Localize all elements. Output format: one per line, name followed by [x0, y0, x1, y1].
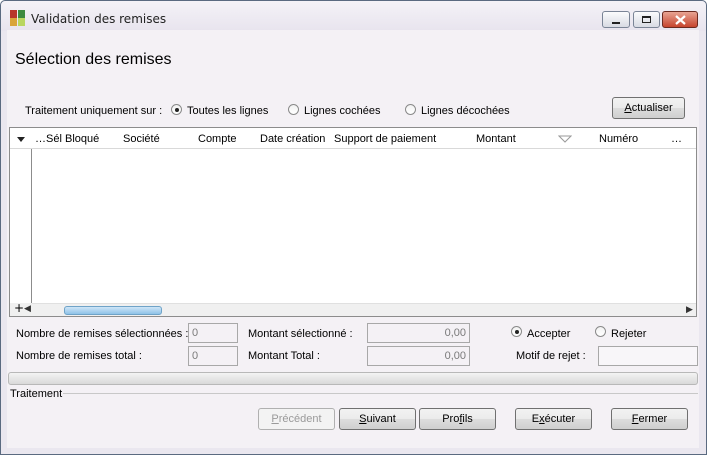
add-row-button[interactable]: + [14, 301, 24, 315]
close-button[interactable] [662, 11, 698, 28]
close-dialog-button-mnemonic: F [631, 413, 639, 425]
radio-unchecked-lines-label[interactable]: Lignes décochées [421, 105, 510, 117]
maximize-icon [642, 16, 651, 23]
scrollbar-thumb[interactable] [64, 306, 162, 315]
selected-amount-field: 0,00 [367, 323, 470, 343]
column-header-montant[interactable]: Montant [476, 133, 516, 145]
grid-header: …Sél Bloqué Société Compte Date création… [10, 128, 696, 149]
previous-button-mnemonic: P [271, 413, 279, 425]
selected-count-field: 0 [188, 323, 238, 343]
reject-reason-label: Motif de rejet : [516, 350, 586, 362]
radio-accept[interactable] [511, 326, 522, 337]
execute-button-label-end: écuter [544, 413, 576, 425]
next-button-label: uivant [366, 413, 396, 425]
column-header-compte[interactable]: Compte [198, 133, 237, 145]
radio-all-lines-label[interactable]: Toutes les lignes [187, 105, 268, 117]
next-button[interactable]: Suivant [339, 408, 416, 430]
column-header-numero[interactable]: Numéro [599, 133, 638, 145]
close-dialog-button-label: ermer [638, 413, 668, 425]
title-bar[interactable]: Validation des remises [1, 1, 706, 31]
column-header-more[interactable]: … [671, 133, 682, 145]
profiles-button-label-start: Pro [442, 413, 460, 425]
column-header-support-paiement[interactable]: Support de paiement [334, 133, 436, 145]
row-selector-column [10, 128, 32, 316]
minimize-icon [612, 22, 620, 24]
execute-button[interactable]: Exécuter [515, 408, 592, 430]
maximize-button[interactable] [633, 11, 660, 28]
refresh-button[interactable]: Actualiser [612, 97, 685, 119]
close-icon [675, 15, 686, 25]
total-count-field: 0 [188, 346, 238, 366]
profiles-button[interactable]: Profils [419, 408, 496, 430]
remises-grid[interactable]: …Sél Bloqué Société Compte Date création… [9, 127, 697, 317]
processing-divider [63, 393, 698, 394]
page-title: Sélection des remises [15, 51, 172, 68]
add-row-cell: + ◀ [10, 301, 32, 316]
column-header-bloque[interactable]: Bloqué [65, 133, 99, 145]
selected-count-label: Nombre de remises sélectionnées : [16, 328, 189, 340]
profiles-button-label-end: ils [462, 413, 473, 425]
reject-reason-field[interactable] [598, 346, 698, 366]
column-header-date-creation[interactable]: Date création [260, 133, 325, 145]
radio-checked-lines-label[interactable]: Lignes cochées [304, 105, 380, 117]
window-title: Validation des remises [31, 12, 167, 26]
horizontal-scrollbar[interactable]: ▶ [32, 303, 696, 316]
previous-button[interactable]: Précédent [258, 408, 335, 430]
close-dialog-button[interactable]: Fermer [611, 408, 688, 430]
scroll-left-icon[interactable]: ◀ [24, 304, 31, 314]
radio-checked-lines[interactable] [288, 104, 299, 115]
filter-label: Traitement uniquement sur : [25, 105, 163, 117]
radio-accept-label[interactable]: Accepter [527, 328, 570, 340]
selected-amount-label: Montant sélectionné : [248, 328, 353, 340]
column-header-societe[interactable]: Société [123, 133, 160, 145]
total-amount-label: Montant Total : [248, 350, 320, 362]
previous-button-label: récédent [278, 413, 322, 425]
radio-unchecked-lines[interactable] [405, 104, 416, 115]
radio-all-lines[interactable] [171, 104, 182, 115]
processing-progress-bar [8, 372, 698, 385]
total-amount-field: 0,00 [367, 346, 470, 366]
refresh-button-mnemonic: A [624, 102, 632, 114]
refresh-button-label: ctualiser [631, 102, 673, 114]
minimize-button[interactable] [602, 11, 630, 28]
processing-label: Traitement [10, 388, 63, 400]
total-count-label: Nombre de remises total : [16, 350, 142, 362]
scroll-right-icon[interactable]: ▶ [686, 305, 693, 315]
radio-reject-label[interactable]: Rejeter [611, 328, 646, 340]
column-chooser-icon[interactable] [17, 137, 25, 142]
app-icon [10, 10, 26, 26]
column-header-sel[interactable]: …Sél [35, 133, 62, 145]
sort-indicator-icon [558, 135, 572, 143]
radio-reject[interactable] [595, 326, 606, 337]
